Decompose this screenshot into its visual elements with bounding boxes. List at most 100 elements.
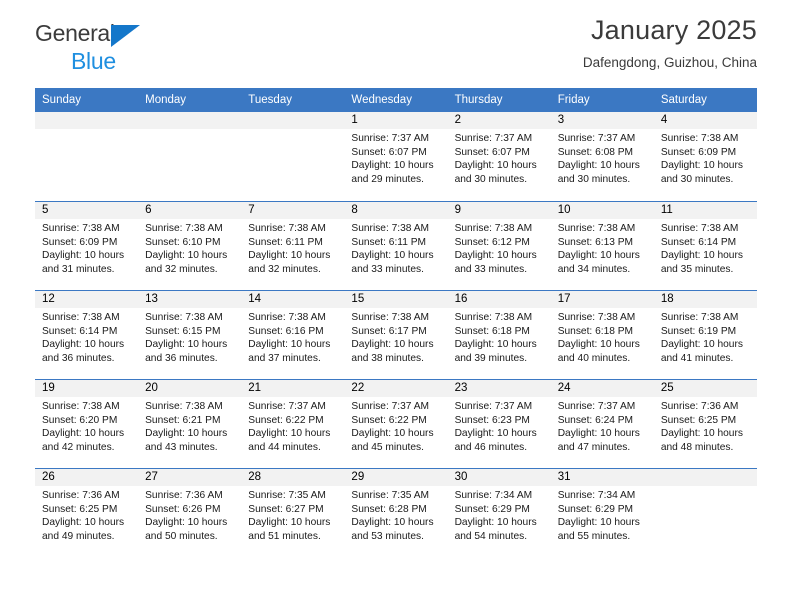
week-row: 12 Sunrise: 7:38 AM Sunset: 6:14 PM Dayligh… xyxy=(35,290,757,380)
day-sun-info: Sunrise: 7:36 AM Sunset: 6:25 PM Daylight:… xyxy=(654,397,757,454)
sunrise-text: Sunrise: 7:38 AM xyxy=(557,223,636,235)
day-sun-info: Sunrise: 7:38 AM Sunset: 6:18 PM Daylight:… xyxy=(551,308,654,365)
day-sun-info: Sunrise: 7:38 AM Sunset: 6:20 PM Daylight:… xyxy=(35,397,138,454)
sunset-text: Sunset: 6:11 PM xyxy=(248,236,323,248)
day-cell[interactable]: 14 Sunrise: 7:38 AM Sunset: 6:16 PM Dayligh… xyxy=(241,291,345,380)
day-cell[interactable]: 5 Sunrise: 7:38 AM Sunset: 6:09 PM Daylight… xyxy=(35,202,139,291)
day-sun-info: Sunrise: 7:38 AM Sunset: 6:10 PM Daylight:… xyxy=(138,219,241,276)
day-number: 17 xyxy=(550,291,654,309)
sunrise-text: Sunrise: 7:37 AM xyxy=(557,401,636,413)
day-number: 14 xyxy=(241,291,345,309)
day-cell[interactable]: 8 Sunrise: 7:38 AM Sunset: 6:11 PM Daylight… xyxy=(344,202,448,291)
day-cell[interactable]: 6 Sunrise: 7:38 AM Sunset: 6:10 PM Daylight… xyxy=(138,202,242,291)
sunset-text: Sunset: 6:11 PM xyxy=(351,236,426,248)
day-cell[interactable]: 19 Sunrise: 7:38 AM Sunset: 6:20 PM Dayligh… xyxy=(35,380,139,469)
daylight-text: Daylight: 10 hours and 30 minutes. xyxy=(454,160,537,185)
day-cell[interactable]: 1 Sunrise: 7:37 AM Sunset: 6:07 PM Daylight… xyxy=(344,112,448,202)
day-cell[interactable]: 25 Sunrise: 7:36 AM Sunset: 6:25 PM Dayligh… xyxy=(653,380,757,469)
day-cell[interactable]: 16 Sunrise: 7:38 AM Sunset: 6:18 PM Dayligh… xyxy=(447,291,551,380)
day-sun-info: Sunrise: 7:37 AM Sunset: 6:24 PM Daylight:… xyxy=(551,397,654,454)
page-subtitle: Dafengdong, Guizhou, China xyxy=(582,54,757,70)
day-cell[interactable]: 31 Sunrise: 7:34 AM Sunset: 6:29 PM Dayligh… xyxy=(550,469,654,558)
daylight-text: Daylight: 10 hours and 41 minutes. xyxy=(660,339,743,364)
daylight-text: Daylight: 10 hours and 53 minutes. xyxy=(351,517,434,542)
day-sun-info: Sunrise: 7:34 AM Sunset: 6:29 PM Daylight:… xyxy=(448,486,551,543)
title-block: January 2025 Dafengdong, Guizhou, China xyxy=(582,15,757,71)
day-cell[interactable]: 21 Sunrise: 7:37 AM Sunset: 6:22 PM Dayligh… xyxy=(241,380,345,469)
sunrise-text: Sunrise: 7:37 AM xyxy=(454,133,533,145)
day-sun-info: Sunrise: 7:38 AM Sunset: 6:15 PM Daylight:… xyxy=(138,308,241,365)
weekday-header-friday: Friday xyxy=(557,94,590,106)
sunset-text: Sunset: 6:25 PM xyxy=(42,503,118,515)
daylight-text: Daylight: 10 hours and 30 minutes. xyxy=(660,160,743,185)
day-number xyxy=(653,469,757,487)
day-cell[interactable]: 4 Sunrise: 7:38 AM Sunset: 6:09 PM Daylight… xyxy=(653,112,757,202)
day-sun-info: Sunrise: 7:37 AM Sunset: 6:23 PM Daylight:… xyxy=(448,397,551,454)
sunset-text: Sunset: 6:18 PM xyxy=(454,325,530,337)
day-cell[interactable]: 17 Sunrise: 7:38 AM Sunset: 6:18 PM Dayligh… xyxy=(550,291,654,380)
sunset-text: Sunset: 6:07 PM xyxy=(454,146,530,158)
sunset-text: Sunset: 6:22 PM xyxy=(248,414,324,426)
daylight-text: Daylight: 10 hours and 35 minutes. xyxy=(660,250,743,275)
day-sun-info: Sunrise: 7:35 AM Sunset: 6:27 PM Daylight:… xyxy=(241,486,344,543)
day-number: 19 xyxy=(35,380,139,398)
logo-text-general: General xyxy=(35,20,115,46)
day-cell[interactable]: 9 Sunrise: 7:38 AM Sunset: 6:12 PM Daylight… xyxy=(447,202,551,291)
day-cell[interactable]: 22 Sunrise: 7:37 AM Sunset: 6:22 PM Dayligh… xyxy=(344,380,448,469)
daylight-text: Daylight: 10 hours and 51 minutes. xyxy=(248,517,331,542)
logo-text-blue: Blue xyxy=(71,48,116,74)
daylight-text: Daylight: 10 hours and 50 minutes. xyxy=(145,517,228,542)
day-sun-info: Sunrise: 7:36 AM Sunset: 6:25 PM Daylight:… xyxy=(35,486,138,543)
day-cell[interactable]: 24 Sunrise: 7:37 AM Sunset: 6:24 PM Dayligh… xyxy=(550,380,654,469)
day-sun-info: Sunrise: 7:38 AM Sunset: 6:21 PM Daylight:… xyxy=(138,397,241,454)
sunrise-text: Sunrise: 7:38 AM xyxy=(660,312,739,324)
general-blue-logo[interactable]: General Blue xyxy=(35,22,215,78)
day-sun-info: Sunrise: 7:38 AM Sunset: 6:19 PM Daylight:… xyxy=(654,308,757,365)
day-sun-info: Sunrise: 7:36 AM Sunset: 6:26 PM Daylight:… xyxy=(138,486,241,543)
day-sun-info: Sunrise: 7:37 AM Sunset: 6:07 PM Daylight:… xyxy=(448,129,551,186)
week-row: 26 Sunrise: 7:36 AM Sunset: 6:25 PM Dayligh… xyxy=(35,468,757,558)
sunrise-text: Sunrise: 7:38 AM xyxy=(42,401,120,413)
day-sun-info: Sunrise: 7:38 AM Sunset: 6:14 PM Daylight:… xyxy=(35,308,138,365)
day-cell[interactable]: 27 Sunrise: 7:36 AM Sunset: 6:26 PM Dayligh… xyxy=(138,469,242,558)
day-cell[interactable]: 7 Sunrise: 7:38 AM Sunset: 6:11 PM Daylight… xyxy=(241,202,345,291)
day-cell[interactable]: 11 Sunrise: 7:38 AM Sunset: 6:14 PM Dayligh… xyxy=(653,202,757,291)
day-cell[interactable]: 2 Sunrise: 7:37 AM Sunset: 6:07 PM Daylight… xyxy=(447,112,551,202)
day-number: 20 xyxy=(138,380,242,398)
day-number: 28 xyxy=(241,469,345,487)
day-cell[interactable]: 29 Sunrise: 7:35 AM Sunset: 6:28 PM Dayligh… xyxy=(344,469,448,558)
day-sun-info: Sunrise: 7:38 AM Sunset: 6:09 PM Daylight:… xyxy=(654,129,757,186)
day-number: 22 xyxy=(344,380,448,398)
week-row: 5 Sunrise: 7:38 AM Sunset: 6:09 PM Daylight… xyxy=(35,201,757,291)
weekday-header-monday: Monday xyxy=(145,94,187,106)
day-cell[interactable]: 3 Sunrise: 7:37 AM Sunset: 6:08 PM Daylight… xyxy=(550,112,654,202)
day-cell[interactable]: 30 Sunrise: 7:34 AM Sunset: 6:29 PM Dayligh… xyxy=(447,469,551,558)
weekday-header-wednesday: Wednesday xyxy=(351,94,412,106)
calendar-page: General Blue January 2025 Dafengdong, Gu… xyxy=(0,0,792,612)
day-cell[interactable]: 10 Sunrise: 7:38 AM Sunset: 6:13 PM Dayligh… xyxy=(550,202,654,291)
day-sun-info: Sunrise: 7:38 AM Sunset: 6:16 PM Daylight:… xyxy=(241,308,344,365)
day-cell-empty xyxy=(138,112,242,202)
logo-triangle-icon xyxy=(111,25,140,47)
daylight-text: Daylight: 10 hours and 45 minutes. xyxy=(351,428,434,453)
day-sun-info: Sunrise: 7:38 AM Sunset: 6:14 PM Daylight:… xyxy=(654,219,757,276)
day-cell[interactable]: 13 Sunrise: 7:38 AM Sunset: 6:15 PM Dayligh… xyxy=(138,291,242,380)
day-cell[interactable]: 26 Sunrise: 7:36 AM Sunset: 6:25 PM Dayligh… xyxy=(35,469,139,558)
sunrise-text: Sunrise: 7:38 AM xyxy=(557,312,636,324)
daylight-text: Daylight: 10 hours and 34 minutes. xyxy=(557,250,640,275)
daylight-text: Daylight: 10 hours and 33 minutes. xyxy=(351,250,434,275)
weeks-container: 1 Sunrise: 7:37 AM Sunset: 6:07 PM Daylight… xyxy=(35,112,757,558)
sunrise-text: Sunrise: 7:38 AM xyxy=(145,312,223,324)
day-cell[interactable]: 15 Sunrise: 7:38 AM Sunset: 6:17 PM Dayligh… xyxy=(344,291,448,380)
day-cell[interactable]: 28 Sunrise: 7:35 AM Sunset: 6:27 PM Dayligh… xyxy=(241,469,345,558)
day-cell[interactable]: 23 Sunrise: 7:37 AM Sunset: 6:23 PM Dayligh… xyxy=(447,380,551,469)
day-number: 24 xyxy=(550,380,654,398)
day-number: 1 xyxy=(344,112,448,130)
sunrise-text: Sunrise: 7:38 AM xyxy=(351,312,430,324)
day-cell[interactable]: 20 Sunrise: 7:38 AM Sunset: 6:21 PM Dayligh… xyxy=(138,380,242,469)
daylight-text: Daylight: 10 hours and 38 minutes. xyxy=(351,339,434,364)
weekday-header-tuesday: Tuesday xyxy=(248,94,292,106)
day-cell[interactable]: 12 Sunrise: 7:38 AM Sunset: 6:14 PM Dayligh… xyxy=(35,291,139,380)
day-cell[interactable]: 18 Sunrise: 7:38 AM Sunset: 6:19 PM Dayligh… xyxy=(653,291,757,380)
sunrise-text: Sunrise: 7:37 AM xyxy=(557,133,636,145)
